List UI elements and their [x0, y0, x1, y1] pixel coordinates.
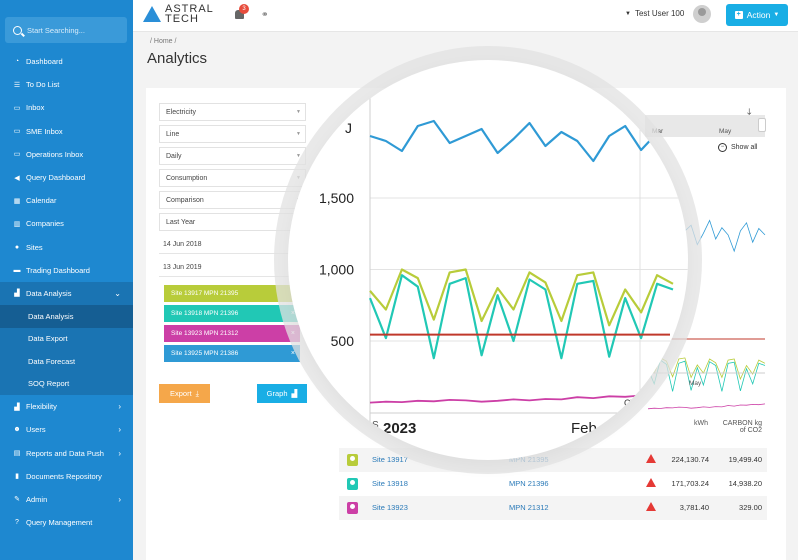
series-line-2	[368, 274, 674, 360]
small-axis-month: May	[689, 380, 702, 387]
site-link[interactable]: Site 13923	[372, 503, 408, 512]
series-line-0	[369, 119, 674, 163]
magnifier-lens: 500 1,000 1,500 J 2023 Feb S C)	[288, 60, 688, 460]
col-header-co2-line1: CARBON kg	[722, 420, 762, 427]
site-link[interactable]: Site 13918	[372, 479, 408, 488]
warning-icon	[646, 478, 656, 487]
y-tick-label: 500	[331, 333, 355, 349]
co2-value: 329.00	[739, 503, 762, 512]
col-header-co2-line2: of CO2	[739, 427, 762, 434]
edge-label: C)	[624, 398, 634, 408]
y-tick-label: 1,000	[319, 262, 354, 278]
series-line-1	[369, 268, 674, 327]
x-tick-label: Feb	[571, 420, 597, 437]
y-tick-label: 1,500	[319, 190, 354, 206]
warning-icon	[646, 502, 656, 511]
map-pin-icon	[347, 502, 358, 514]
kwh-value: 3,781.40	[679, 503, 709, 512]
table-row: Site 13923 MPN 21312 3,781.40 329.00	[339, 496, 767, 520]
zoomed-chart: 500 1,000 1,500 J 2023 Feb S C)	[319, 80, 688, 440]
y-tick-label: J	[345, 120, 352, 136]
co2-value: 14,938.20	[728, 479, 762, 488]
co2-value: 19,499.40	[728, 455, 762, 464]
kwh-value: 171,703.24	[671, 479, 709, 488]
x-tick-label: 2023	[383, 420, 416, 437]
table-header-fragment: S	[372, 420, 379, 431]
map-pin-icon	[347, 478, 358, 490]
table-row: Site 13918 MPN 21396 171,703.24 14,938.20	[339, 472, 767, 496]
mpn-link[interactable]: MPN 21396	[509, 479, 549, 488]
mpn-link[interactable]: MPN 21312	[509, 503, 549, 512]
col-header-co2: CARBON kg of CO2	[700, 420, 762, 434]
